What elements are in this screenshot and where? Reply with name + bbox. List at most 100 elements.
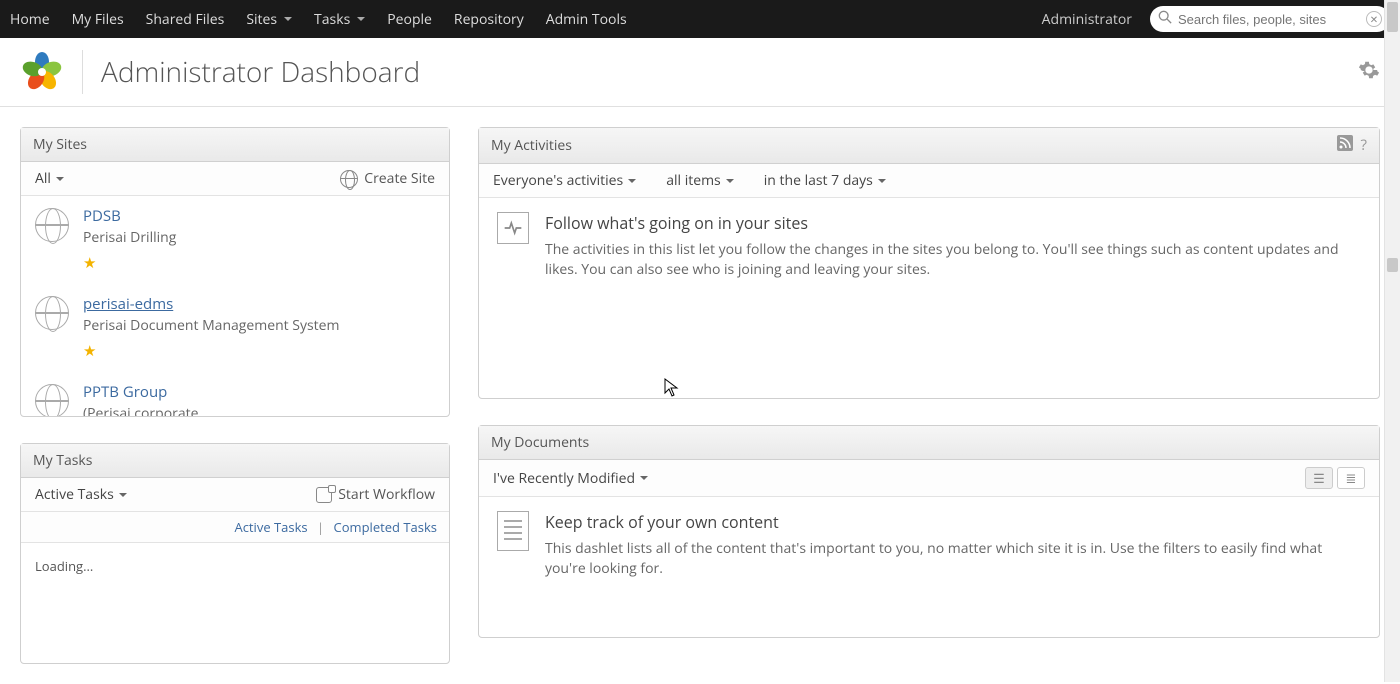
clear-icon[interactable]: ✕: [1366, 11, 1382, 27]
tasks-filter-dropdown[interactable]: Active Tasks: [35, 485, 127, 504]
user-menu[interactable]: Administrator: [1042, 10, 1136, 29]
scroll-thumb[interactable]: [1387, 258, 1398, 272]
my-sites-dashlet: My Sites All Create Site: [20, 127, 450, 417]
dropdown-label: Active Tasks: [35, 485, 114, 504]
tasks-body: Loading...: [21, 543, 449, 663]
nav-label: My Files: [72, 10, 124, 29]
empty-desc: This dashlet lists all of the content th…: [545, 539, 1361, 578]
sites-filter-dropdown[interactable]: All: [35, 169, 64, 188]
chevron-down-icon: [878, 179, 886, 183]
nav-home[interactable]: Home: [10, 10, 50, 29]
dropdown-label: All: [35, 169, 51, 188]
site-row[interactable]: PDSB Perisai Drilling ★: [21, 196, 449, 284]
activities-range-dropdown[interactable]: in the last 7 days: [764, 171, 886, 190]
my-activities-dashlet: My Activities ? Everyone's activities al…: [478, 127, 1380, 399]
start-workflow-button[interactable]: Start Workflow: [316, 485, 435, 504]
dashlet-title: My Documents: [491, 433, 589, 452]
divider: [82, 50, 83, 94]
nav-label: Admin Tools: [546, 10, 627, 29]
nav-people[interactable]: People: [387, 10, 432, 29]
scroll-thumb[interactable]: [1387, 2, 1398, 32]
search-input[interactable]: [1178, 12, 1360, 27]
top-nav-right: Administrator ✕: [1042, 6, 1390, 32]
activities-body: Follow what's going on in your sites The…: [479, 198, 1379, 398]
my-activities-toolbar: Everyone's activities all items in the l…: [479, 164, 1379, 198]
view-toggle: ☰ ≣: [1305, 467, 1365, 489]
nav-label: Home: [10, 10, 50, 29]
globe-icon: [35, 384, 69, 416]
gear-icon[interactable]: [1358, 59, 1380, 85]
dashlet-header: My Tasks: [21, 444, 449, 478]
view-simple-button[interactable]: ≣: [1337, 467, 1365, 489]
completed-tasks-link[interactable]: Completed Tasks: [334, 518, 437, 536]
nav-shared-files[interactable]: Shared Files: [146, 10, 225, 29]
search-box[interactable]: ✕: [1150, 6, 1390, 32]
my-tasks-dashlet: My Tasks Active Tasks Start Workflow Act…: [20, 443, 450, 664]
nav-label: Sites: [246, 10, 277, 29]
page-scrollbar[interactable]: [1384, 0, 1400, 682]
page-header: Administrator Dashboard: [0, 38, 1400, 107]
create-site-button[interactable]: Create Site: [340, 169, 435, 188]
my-documents-toolbar: I've Recently Modified ☰ ≣: [479, 460, 1379, 497]
my-tasks-toolbar: Active Tasks Start Workflow: [21, 478, 449, 512]
view-detailed-button[interactable]: ☰: [1305, 467, 1333, 489]
site-row[interactable]: PPTB Group (Perisai corporate ★: [21, 372, 449, 416]
dashlet-title: My Tasks: [33, 451, 92, 470]
chevron-down-icon: [726, 179, 734, 183]
empty-desc: The activities in this list let you foll…: [545, 240, 1361, 279]
chevron-down-icon: [640, 476, 648, 480]
nav-repository[interactable]: Repository: [454, 10, 524, 29]
button-label: Start Workflow: [338, 485, 435, 504]
right-column: My Activities ? Everyone's activities al…: [478, 127, 1380, 664]
favorite-star-icon[interactable]: ★: [83, 341, 339, 361]
empty-title: Keep track of your own content: [545, 511, 1361, 533]
site-name[interactable]: perisai-edms: [83, 294, 339, 314]
page-title: Administrator Dashboard: [101, 53, 420, 91]
favorite-star-icon[interactable]: ★: [83, 253, 176, 273]
rss-icon[interactable]: [1337, 135, 1353, 156]
nav-label: People: [387, 10, 432, 29]
app-logo: [20, 50, 64, 94]
dashlet-header: My Activities ?: [479, 128, 1379, 164]
activity-icon: [497, 212, 529, 244]
top-nav-left: Home My Files Shared Files Sites Tasks P…: [10, 10, 1024, 29]
dashlet-header: My Sites: [21, 128, 449, 162]
nav-label: Shared Files: [146, 10, 225, 29]
dropdown-label: I've Recently Modified: [493, 469, 635, 488]
globe-icon: [35, 208, 69, 242]
docs-filter-dropdown[interactable]: I've Recently Modified: [493, 469, 648, 488]
globe-icon: [35, 296, 69, 330]
nav-sites[interactable]: Sites: [246, 10, 292, 29]
chevron-down-icon: [357, 17, 365, 21]
globe-icon: [340, 170, 358, 188]
chevron-down-icon: [119, 493, 127, 497]
nav-my-files[interactable]: My Files: [72, 10, 124, 29]
active-tasks-link[interactable]: Active Tasks: [234, 518, 307, 536]
chevron-down-icon: [284, 17, 292, 21]
nav-label: Repository: [454, 10, 524, 29]
site-row[interactable]: perisai-edms Perisai Document Management…: [21, 284, 449, 372]
my-sites-body: PDSB Perisai Drilling ★ perisai-edms Per…: [21, 196, 449, 416]
loading-text: Loading...: [35, 557, 93, 575]
my-sites-toolbar: All Create Site: [21, 162, 449, 196]
site-desc: Perisai Drilling: [83, 228, 176, 247]
nav-admin-tools[interactable]: Admin Tools: [546, 10, 627, 29]
dashlet-title: My Activities: [491, 136, 572, 155]
site-desc: Perisai Document Management System: [83, 316, 339, 335]
site-desc: (Perisai corporate: [83, 404, 198, 416]
activities-items-dropdown[interactable]: all items: [666, 171, 734, 190]
top-nav: Home My Files Shared Files Sites Tasks P…: [0, 0, 1400, 38]
nav-tasks[interactable]: Tasks: [314, 10, 365, 29]
tasks-links: Active Tasks | Completed Tasks: [21, 512, 449, 543]
workflow-icon: [316, 487, 332, 503]
dropdown-label: Everyone's activities: [493, 171, 623, 190]
nav-label: Tasks: [314, 10, 350, 29]
activities-who-dropdown[interactable]: Everyone's activities: [493, 171, 636, 190]
chevron-down-icon: [628, 179, 636, 183]
site-name[interactable]: PDSB: [83, 206, 176, 226]
site-name[interactable]: PPTB Group: [83, 382, 198, 402]
help-icon[interactable]: ?: [1361, 135, 1367, 156]
user-name: Administrator: [1042, 10, 1132, 29]
sites-list[interactable]: PDSB Perisai Drilling ★ perisai-edms Per…: [21, 196, 449, 416]
separator: |: [317, 518, 324, 536]
